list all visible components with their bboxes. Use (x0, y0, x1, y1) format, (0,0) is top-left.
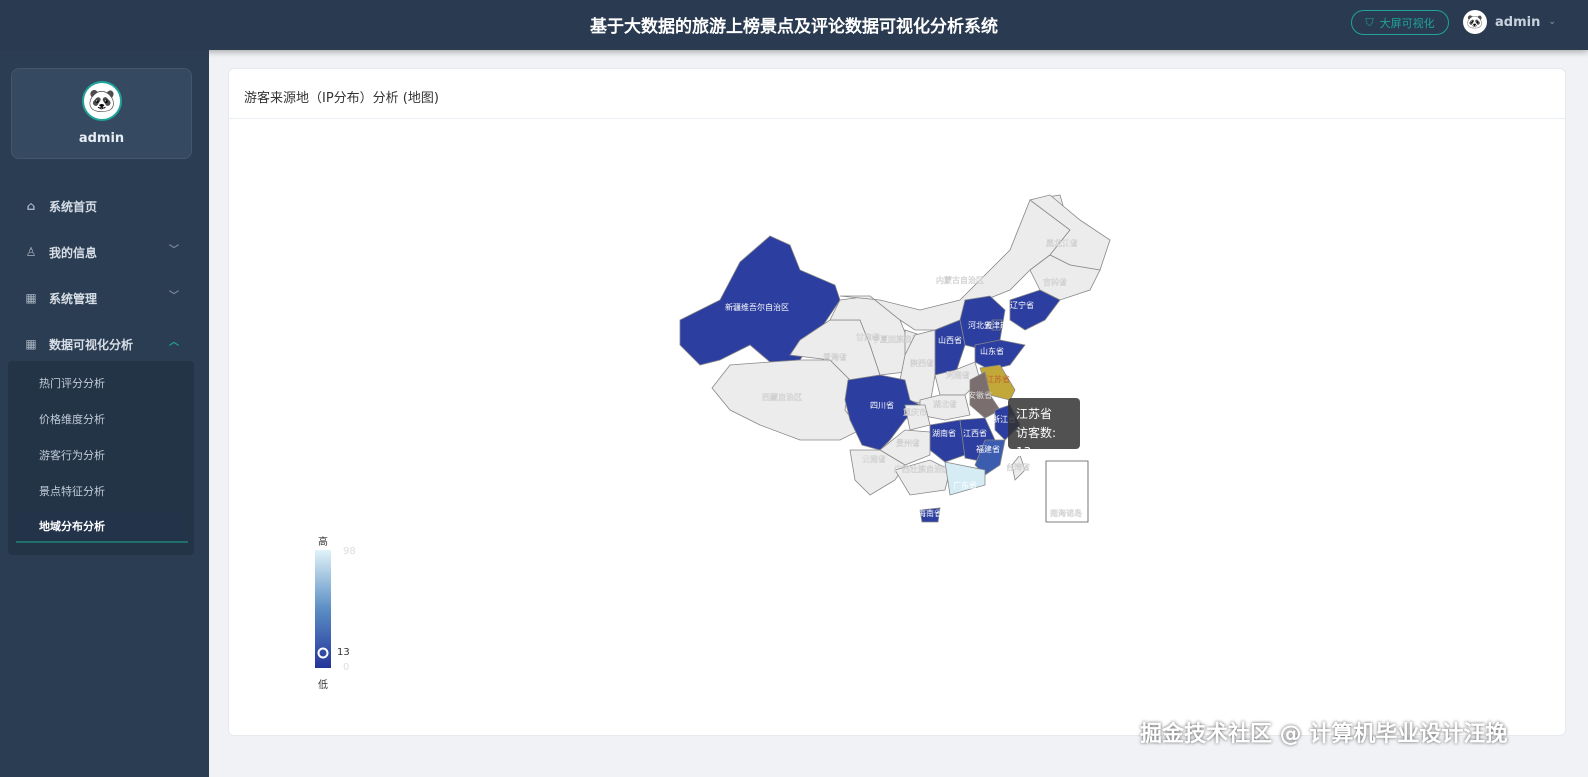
province-label: 辽宁省 (1010, 300, 1034, 310)
province-label: 重庆市 (903, 407, 927, 417)
province-label: 山东省 (980, 346, 1004, 356)
province-辽宁省[interactable] (1009, 289, 1061, 331)
legend-high-label: 高 (318, 537, 328, 548)
province-label: 四川省 (870, 400, 894, 410)
visual-map-bar[interactable] (315, 550, 331, 668)
province-label: 新疆维吾尔自治区 (725, 302, 789, 312)
province-label: 湖南省 (932, 428, 956, 438)
legend-max: 98 (343, 546, 356, 557)
province-label: 河南省 (946, 370, 970, 380)
province-label: 安徽省 (968, 390, 992, 400)
tooltip-name: 江苏省 (1016, 407, 1053, 421)
province-label: 福建省 (976, 444, 1000, 454)
province-山西省[interactable] (934, 319, 966, 376)
province-label: 南海诸岛 (1050, 508, 1082, 518)
province-label: 陕西省 (910, 358, 934, 368)
province-label: 天津市 (984, 320, 1008, 330)
map-tooltip: 江苏省 访客数: 13 (1008, 398, 1080, 459)
province-label: 广西壮族自治区 (894, 464, 950, 474)
province-label: 台湾省 (1006, 462, 1030, 472)
province-label: 内蒙古自治区 (936, 275, 984, 285)
province-label: 云南省 (862, 454, 886, 464)
legend-min: 0 (343, 662, 350, 673)
legend-low-label: 低 (318, 680, 328, 691)
province-label: 西藏自治区 (762, 392, 802, 402)
province-label: 黑龙江省 (1046, 238, 1078, 248)
province-label: 青海省 (823, 352, 847, 362)
legend-current: 13 (337, 647, 350, 658)
province-label: 广东省 (953, 480, 977, 490)
province-湖南省[interactable] (929, 419, 966, 463)
watermark: 掘金技术社区 @ 计算机毕业设计汪挽 (1140, 722, 1508, 747)
province-label: 江西省 (963, 428, 987, 438)
province-label: 海南省 (918, 508, 942, 518)
tooltip-value: 访客数: 13 (1016, 426, 1057, 459)
province-label: 江苏省 (986, 374, 1010, 384)
china-map: 新疆维吾尔自治区西藏自治区青海省甘肃省内蒙古自治区黑龙江省吉林省辽宁省北京市河北… (315, 194, 1111, 668)
province-label: 山西省 (938, 335, 962, 345)
province-label: 贵州省 (896, 438, 920, 448)
province-label: 吉林省 (1043, 277, 1067, 287)
province-label: 湖北省 (933, 399, 957, 409)
